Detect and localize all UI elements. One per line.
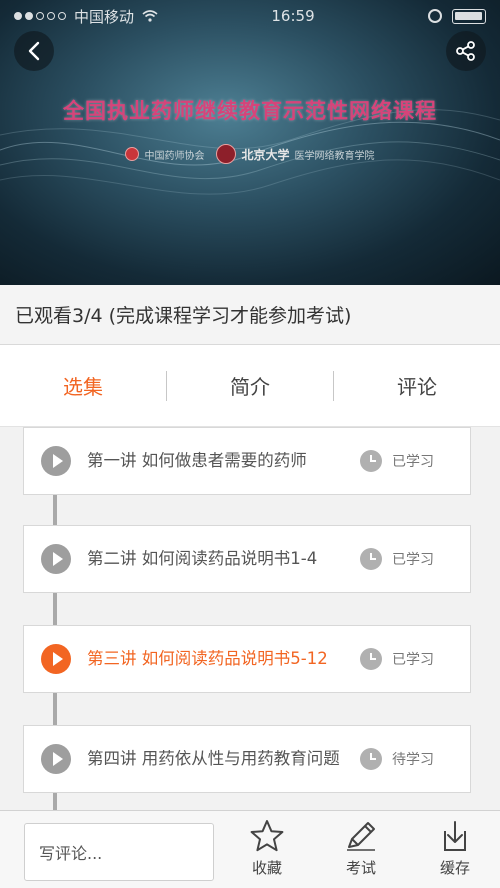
lesson-title: 第四讲 用药依从性与用药教育问题	[87, 749, 340, 768]
carrier-label: 中国移动	[74, 7, 135, 26]
lesson-status-label: 已学习	[392, 552, 434, 568]
lesson-status-label: 已学习	[392, 652, 434, 668]
org2-name: 北京大学	[241, 147, 290, 162]
back-button[interactable]	[14, 31, 54, 71]
share-icon	[456, 41, 475, 61]
lesson-item[interactable]: 第四讲 用药依从性与用药教育问题 待学习	[23, 725, 471, 793]
play-icon	[41, 644, 71, 674]
comment-input[interactable]: 写评论...	[24, 823, 214, 881]
video-player[interactable]: 中国移动 16:59 全国执业药师继续教育示范性网络课程 中国药师协会 北京大学…	[0, 0, 500, 285]
clock-icon	[360, 748, 382, 770]
lesson-title: 第一讲 如何做患者需要的药师	[87, 451, 307, 470]
alarm-icon	[428, 9, 442, 23]
lesson-status-label: 待学习	[392, 752, 434, 768]
play-icon	[41, 744, 71, 774]
org2-dept: 医学网络教育学院	[294, 150, 375, 162]
watch-progress-text: 已观看3/4 (完成课程学习才能参加考试)	[15, 305, 352, 327]
play-icon	[41, 544, 71, 574]
chevron-left-icon	[28, 41, 40, 61]
lesson-list[interactable]: 第一讲 如何做患者需要的药师 已学习 第二讲 如何阅读药品说明书1-4 已学习 …	[0, 427, 500, 810]
wifi-icon	[142, 10, 158, 22]
lesson-status-label: 已学习	[392, 454, 434, 470]
lesson-title: 第二讲 如何阅读药品说明书1-4	[87, 549, 318, 568]
clock-icon	[360, 450, 382, 472]
download-button[interactable]: 缓存	[420, 819, 490, 878]
tab-intro[interactable]: 简介	[167, 371, 333, 400]
download-icon	[444, 821, 466, 851]
signal-icon	[14, 12, 66, 20]
lesson-item[interactable]: 第二讲 如何阅读药品说明书1-4 已学习	[23, 525, 471, 593]
association-logo-icon	[125, 147, 140, 161]
favorite-button[interactable]: 收藏	[232, 819, 302, 878]
clock-icon	[360, 648, 382, 670]
background-waves	[0, 109, 500, 195]
exam-label: 考试	[345, 859, 376, 877]
clock-time: 16:59	[271, 7, 315, 25]
clock-icon	[360, 548, 382, 570]
star-icon	[250, 820, 284, 852]
pen-icon	[347, 822, 375, 851]
organizer-logos: 中国药师协会 北京大学 医学网络教育学院	[0, 144, 500, 164]
lesson-item-current[interactable]: 第三讲 如何阅读药品说明书5-12 已学习	[23, 625, 471, 693]
status-bar: 中国移动 16:59	[0, 0, 500, 32]
lesson-item[interactable]: 第一讲 如何做患者需要的药师 已学习	[23, 427, 471, 495]
lesson-status: 已学习	[360, 548, 434, 570]
university-seal-icon	[216, 144, 237, 164]
watch-progress: 已观看3/4 (完成课程学习才能参加考试)	[0, 285, 500, 345]
bottom-toolbar: 写评论... 收藏 考试 缓存	[0, 810, 500, 888]
org1-name: 中国药师协会	[144, 150, 205, 162]
tab-episodes[interactable]: 选集	[0, 371, 166, 400]
exam-button[interactable]: 考试	[326, 819, 396, 878]
play-icon	[41, 446, 71, 476]
favorite-label: 收藏	[251, 859, 282, 877]
lesson-status: 待学习	[360, 748, 434, 770]
tab-comments[interactable]: 评论	[334, 371, 500, 400]
lesson-status: 已学习	[360, 648, 434, 670]
share-button[interactable]	[446, 31, 486, 71]
download-label: 缓存	[439, 859, 470, 877]
lesson-title: 第三讲 如何阅读药品说明书5-12	[87, 649, 328, 668]
lesson-status: 已学习	[360, 450, 434, 472]
tab-bar: 选集 简介 评论	[0, 345, 500, 427]
battery-icon	[452, 8, 486, 24]
course-banner-title: 全国执业药师继续教育示范性网络课程	[63, 98, 437, 123]
